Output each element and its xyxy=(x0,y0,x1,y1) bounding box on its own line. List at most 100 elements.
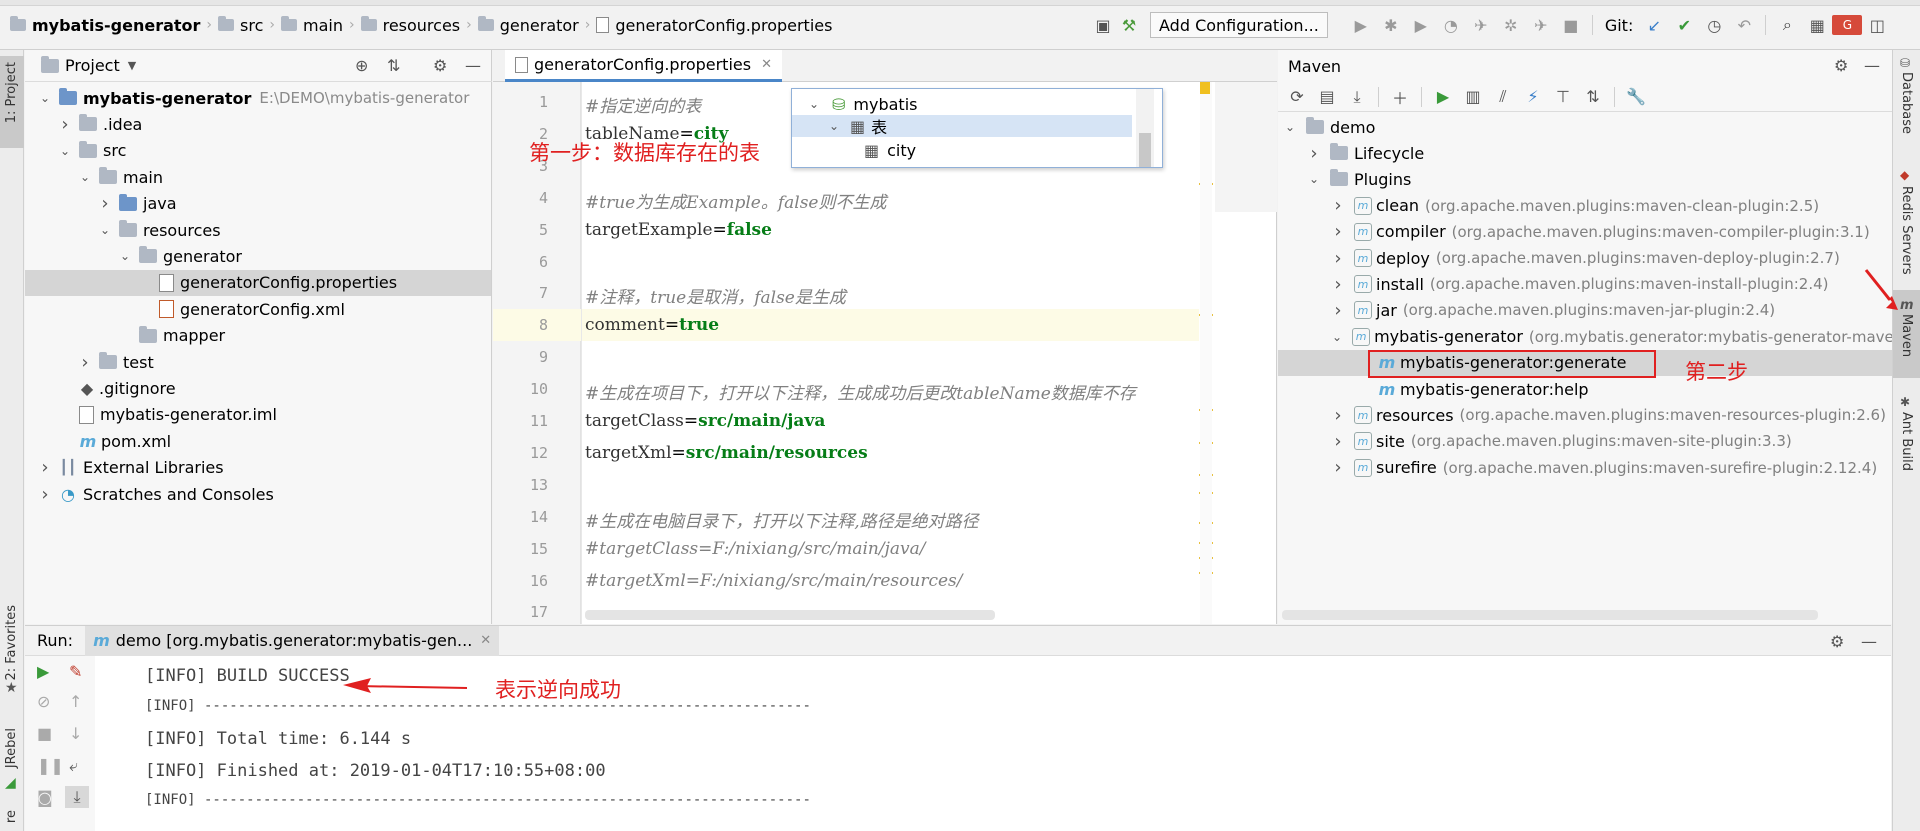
maven-tree-item[interactable]: › Lifecycle xyxy=(1278,140,1892,166)
jrebel-debug-icon[interactable]: ✲ xyxy=(1496,16,1526,35)
toggle-offline-icon[interactable]: ⫽ xyxy=(1488,87,1518,107)
maven-tree-item[interactable]: › m deploy (org.apache.maven.plugins:maven-… xyxy=(1278,245,1892,271)
project-tree-item[interactable]: ⌄ resources xyxy=(25,217,491,243)
debug-icon[interactable]: ✱ xyxy=(1376,16,1406,35)
project-tree-item[interactable]: m pom.xml xyxy=(25,428,491,454)
chevron-right-icon[interactable]: › xyxy=(1308,143,1320,164)
stop-icon[interactable]: ■ xyxy=(1556,16,1586,35)
project-tree-item[interactable]: › ┃┃ External Libraries xyxy=(25,455,491,481)
chevron-right-icon[interactable]: › xyxy=(79,352,91,373)
chevron-right-icon[interactable]: › xyxy=(1332,457,1344,478)
profile-icon[interactable]: ◔ xyxy=(1436,16,1466,35)
skip-tests-icon[interactable]: ⚡ xyxy=(1518,87,1548,106)
breadcrumb-item[interactable]: generatorConfig.properties xyxy=(596,16,832,35)
project-tree-item[interactable]: generatorConfig.xml xyxy=(25,296,491,322)
maven-tree-item[interactable]: › m clean (org.apache.maven.plugins:maven-c… xyxy=(1278,193,1892,219)
extra-tool-tab[interactable]: re xyxy=(4,810,19,823)
database-tool-tab[interactable]: Database xyxy=(1899,72,1914,134)
favorites-tool-tab[interactable]: 2: Favorites xyxy=(4,605,19,681)
project-tree-item[interactable]: ⌄ mybatis-generator E:\DEMO\mybatis-genera… xyxy=(25,85,491,111)
run-coverage-icon[interactable]: ▶ xyxy=(1406,16,1436,35)
ant-build-tool-tab[interactable]: Ant Build xyxy=(1899,412,1914,471)
breadcrumb-item[interactable]: main xyxy=(281,16,343,35)
database-popup[interactable]: ⌄ ⛁ mybatis ⌄ ▦ 表 ▦ city xyxy=(791,88,1163,168)
project-tree-item[interactable]: › test xyxy=(25,349,491,375)
project-tree-item[interactable]: ◆ .gitignore xyxy=(25,375,491,401)
jrebel-tool-tab[interactable]: JRebel xyxy=(4,728,19,768)
editor-tab[interactable]: generatorConfig.properties ✕ xyxy=(505,50,782,82)
breadcrumb-item[interactable]: resources xyxy=(360,16,460,35)
popup-scrollbar[interactable] xyxy=(1136,89,1154,167)
project-tree-item[interactable]: mapper xyxy=(25,323,491,349)
editor-horizontal-scrollbar[interactable] xyxy=(585,610,995,620)
reload-icon[interactable]: ⟳ xyxy=(1282,87,1312,106)
run-maven-icon[interactable]: ▶ xyxy=(1428,87,1458,106)
project-tree-item[interactable]: ⌄ main xyxy=(25,164,491,190)
project-panel-title[interactable]: Project xyxy=(65,56,120,75)
history-icon[interactable]: ◷ xyxy=(1699,16,1729,35)
gear-icon[interactable]: ⚙ xyxy=(433,56,447,75)
project-tree-item[interactable]: mybatis-generator.iml xyxy=(25,402,491,428)
gear-icon[interactable]: ⚙ xyxy=(1834,56,1848,75)
chevron-down-icon[interactable]: ⌄ xyxy=(99,223,111,237)
project-tree-item[interactable]: ⌄ generator xyxy=(25,243,491,269)
locate-icon[interactable]: ⊕ xyxy=(355,56,368,75)
minimize-icon[interactable]: — xyxy=(1864,56,1880,75)
chevron-down-icon[interactable]: ⌄ xyxy=(119,249,131,263)
breadcrumb-item[interactable]: src xyxy=(218,16,263,35)
run-configuration-dropdown[interactable]: Add Configuration... xyxy=(1150,12,1328,38)
maven-horizontal-scrollbar[interactable] xyxy=(1282,610,1818,620)
popup-item-database[interactable]: ⌄ ⛁ mybatis xyxy=(792,93,1132,115)
collapse-all-icon[interactable]: ⇅ xyxy=(1578,87,1608,106)
hammer-icon[interactable]: ⚒ xyxy=(1116,16,1142,35)
project-tree-item[interactable]: › java xyxy=(25,191,491,217)
collapse-icon[interactable]: ⇅ xyxy=(387,56,400,75)
maven-tree-item[interactable]: › m compiler (org.apache.maven.plugins:mave… xyxy=(1278,219,1892,245)
translate-icon[interactable]: G xyxy=(1832,15,1863,35)
minimize-icon[interactable]: — xyxy=(465,56,481,75)
maven-tree-item[interactable]: › m site (org.apache.maven.plugins:maven-si… xyxy=(1278,428,1892,454)
console-output[interactable]: [INFO] BUILD SUCCESS [INFO] -------------… xyxy=(25,656,1891,831)
maven-tree-item[interactable]: › m install (org.apache.maven.plugins:maven… xyxy=(1278,271,1892,297)
maven-tree-item[interactable]: › m jar (org.apache.maven.plugins:maven-jar… xyxy=(1278,297,1892,323)
project-tree-item[interactable]: generatorConfig.properties xyxy=(25,269,491,296)
maven-tool-tab[interactable]: Maven xyxy=(1899,314,1914,357)
chevron-right-icon[interactable]: › xyxy=(1332,221,1344,242)
download-icon[interactable]: ⤓ xyxy=(1342,87,1372,107)
maven-tree-item[interactable]: › m resources (org.apache.maven.plugins:mav… xyxy=(1278,402,1892,428)
project-tree-item[interactable]: › .idea xyxy=(25,111,491,137)
close-tab-icon[interactable]: ✕ xyxy=(761,57,772,72)
close-tab-icon[interactable]: ✕ xyxy=(480,633,491,648)
minimize-icon[interactable]: — xyxy=(1861,632,1877,651)
popup-item-table-group[interactable]: ⌄ ▦ 表 xyxy=(792,115,1132,137)
run-icon[interactable]: ▶ xyxy=(1346,16,1376,35)
jrebel-run-icon[interactable]: ✈ xyxy=(1466,16,1496,35)
chevron-down-icon[interactable]: ⌄ xyxy=(79,170,91,184)
chevron-down-icon[interactable]: ⌄ xyxy=(1308,172,1320,186)
attach-icon[interactable]: ✈ xyxy=(1526,16,1556,35)
project-tree-item[interactable]: › ◔ Scratches and Consoles xyxy=(25,481,491,507)
show-dependencies-icon[interactable]: ⊤ xyxy=(1548,87,1578,106)
chevron-right-icon[interactable]: › xyxy=(1332,195,1344,216)
project-tree-item[interactable]: ⌄ src xyxy=(25,138,491,164)
chevron-right-icon[interactable]: › xyxy=(1332,248,1344,269)
add-icon[interactable]: ＋ xyxy=(1385,85,1415,109)
plugin-extra-icon[interactable]: ◫ xyxy=(1862,16,1892,35)
execute-goal-icon[interactable]: ▥ xyxy=(1458,87,1488,106)
maven-tree-item[interactable]: ⌄ demo xyxy=(1278,114,1892,140)
breadcrumb-item[interactable]: mybatis-generator xyxy=(10,16,200,35)
git-update-icon[interactable]: ↙ xyxy=(1639,16,1669,35)
chevron-down-icon[interactable]: ⌄ xyxy=(1332,330,1342,344)
chevron-right-icon[interactable]: › xyxy=(1332,300,1344,321)
chevron-right-icon[interactable]: › xyxy=(39,457,51,478)
redis-tool-tab[interactable]: Redis Servers xyxy=(1899,186,1914,275)
chevron-down-icon[interactable]: ⌄ xyxy=(59,144,71,158)
gear-icon[interactable]: ⚙ xyxy=(1830,632,1844,651)
chevron-right-icon[interactable]: › xyxy=(1332,274,1344,295)
run-tab[interactable]: m demo [org.mybatis.generator:mybatis-ge… xyxy=(85,625,500,656)
chevron-right-icon[interactable]: › xyxy=(1332,405,1344,426)
build-project-icon[interactable]: ▣ xyxy=(1090,16,1116,35)
chevron-right-icon[interactable]: › xyxy=(1332,431,1344,452)
breadcrumb-item[interactable]: generator xyxy=(477,16,579,35)
maven-tree-item[interactable]: ⌄ Plugins xyxy=(1278,166,1892,192)
